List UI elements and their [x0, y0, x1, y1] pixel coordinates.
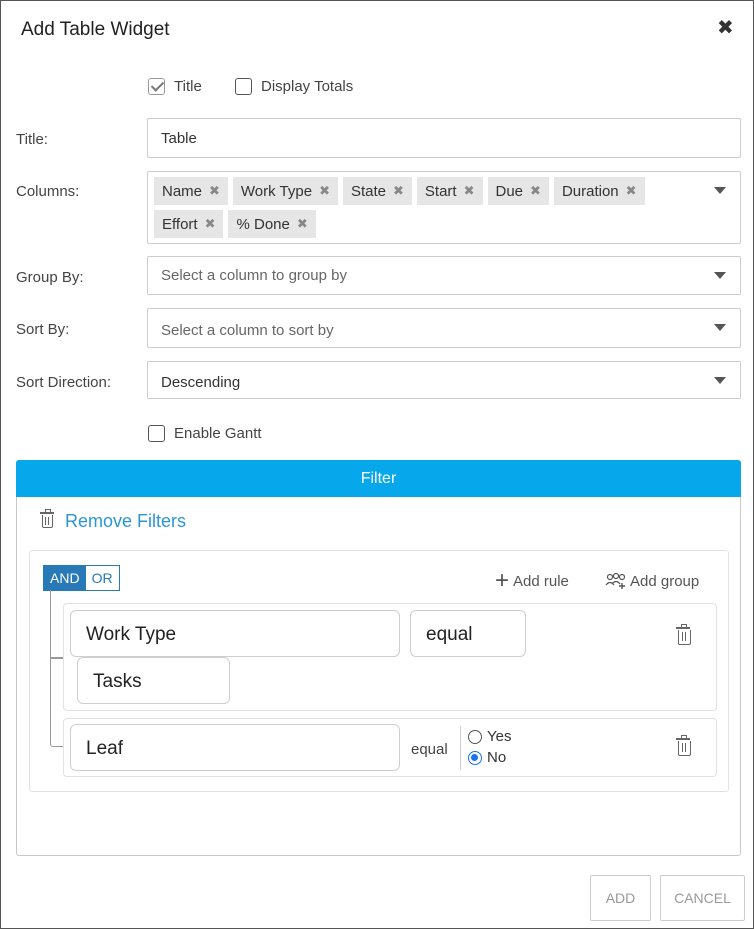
title-label: Title: — [16, 131, 48, 148]
column-chip: Effort ✖ — [154, 210, 224, 238]
display-totals-label: Display Totals — [261, 78, 354, 95]
column-chip: Due ✖ — [487, 177, 549, 205]
enable-gantt-label: Enable Gantt — [174, 425, 262, 442]
dialog-title: Add Table Widget — [21, 19, 170, 40]
column-chips: Name ✖ Work Type ✖ State ✖ Start ✖ Due ✖ Dura… — [154, 177, 704, 243]
tree-connector — [50, 590, 63, 747]
group-by-label: Group By: — [16, 269, 84, 286]
checkbox-icon — [148, 78, 165, 95]
remove-chip-icon[interactable]: ✖ — [205, 216, 216, 232]
radio-selected-icon — [468, 750, 482, 765]
remove-chip-icon[interactable]: ✖ — [209, 183, 220, 199]
delete-rule-icon[interactable] — [676, 624, 691, 645]
remove-chip-icon[interactable]: ✖ — [297, 216, 308, 232]
chevron-down-icon[interactable] — [714, 377, 726, 384]
add-rule-button[interactable]: + Add rule — [495, 567, 569, 594]
title-input[interactable]: Table — [147, 118, 741, 158]
rule-operator-label: equal — [411, 741, 448, 758]
sort-direction-label: Sort Direction: — [16, 374, 112, 391]
tree-connector — [50, 657, 63, 659]
radio-yes[interactable]: Yes — [468, 728, 511, 745]
sort-by-select[interactable]: Select a column to sort by — [147, 308, 741, 348]
checkbox-icon — [148, 425, 165, 442]
remove-chip-icon[interactable]: ✖ — [393, 183, 404, 199]
trash-icon — [40, 509, 54, 528]
add-group-button[interactable]: Add group — [605, 572, 699, 590]
remove-chip-icon[interactable]: ✖ — [626, 183, 637, 199]
add-table-widget-dialog: Add Table Widget ✖ Title Display Totals … — [0, 0, 754, 929]
checkbox-icon — [235, 78, 252, 95]
rule-field-select[interactable]: Leaf — [70, 724, 400, 771]
sort-by-label: Sort By: — [16, 321, 70, 338]
delete-rule-icon[interactable] — [676, 735, 691, 756]
column-chip: Start ✖ — [416, 177, 483, 205]
cancel-button[interactable]: CANCEL — [660, 875, 745, 921]
title-checkbox-label: Title — [174, 78, 202, 95]
column-chip: Work Type ✖ — [232, 177, 338, 205]
filter-rule: Leaf equal Yes No — [63, 718, 717, 777]
add-group-label: Add group — [630, 572, 700, 590]
group-by-select[interactable]: Select a column to group by — [147, 256, 741, 295]
column-chip: Name ✖ — [154, 177, 228, 205]
and-or-toggle: AND OR — [43, 565, 120, 591]
radio-no[interactable]: No — [468, 749, 506, 766]
columns-label: Columns: — [16, 183, 80, 200]
column-chip: State ✖ — [342, 177, 412, 205]
rule-value-input[interactable]: Tasks — [77, 657, 230, 704]
add-rule-label: Add rule — [513, 572, 569, 590]
remove-filters-button[interactable]: Remove Filters — [40, 509, 187, 532]
sort-by-placeholder: Select a column to sort by — [161, 322, 334, 339]
add-group-icon — [605, 572, 626, 589]
columns-multiselect[interactable]: Name ✖ Work Type ✖ State ✖ Start ✖ Due ✖ Dura… — [147, 171, 741, 244]
plus-icon: + — [495, 567, 510, 594]
chevron-down-icon[interactable] — [714, 272, 726, 279]
add-button[interactable]: ADD — [590, 875, 651, 921]
radio-yes-label: Yes — [487, 728, 512, 745]
and-button[interactable]: AND — [44, 566, 86, 590]
sort-direction-select[interactable]: Descending — [147, 361, 741, 399]
filter-rule: Work Type equal Tasks — [63, 603, 717, 711]
divider — [460, 726, 461, 770]
remove-chip-icon[interactable]: ✖ — [530, 183, 541, 199]
radio-icon — [468, 729, 482, 744]
group-by-placeholder: Select a column to group by — [161, 267, 347, 284]
rule-field-select[interactable]: Work Type — [70, 610, 400, 657]
query-builder: AND OR + Add rule Add group Work Type eq… — [29, 550, 729, 792]
display-totals-checkbox[interactable]: Display Totals — [235, 78, 353, 95]
rule-operator-select[interactable]: equal — [410, 610, 526, 657]
filter-header: Filter — [16, 460, 741, 497]
column-chip: Duration ✖ — [553, 177, 645, 205]
sort-direction-value: Descending — [161, 374, 241, 391]
title-checkbox[interactable]: Title — [148, 78, 202, 95]
or-button[interactable]: OR — [85, 566, 119, 590]
chevron-down-icon[interactable] — [714, 187, 726, 194]
column-chip: % Done ✖ — [228, 210, 316, 238]
enable-gantt-checkbox[interactable]: Enable Gantt — [148, 425, 262, 442]
remove-filters-label: Remove Filters — [65, 511, 187, 531]
remove-chip-icon[interactable]: ✖ — [319, 183, 330, 199]
chevron-down-icon[interactable] — [714, 324, 726, 331]
remove-chip-icon[interactable]: ✖ — [464, 183, 475, 199]
close-icon[interactable]: ✖ — [717, 18, 734, 38]
filter-panel: Filter Remove Filters AND OR + Add rule — [16, 460, 741, 856]
title-input-value: Table — [161, 130, 197, 147]
radio-no-label: No — [487, 749, 507, 766]
